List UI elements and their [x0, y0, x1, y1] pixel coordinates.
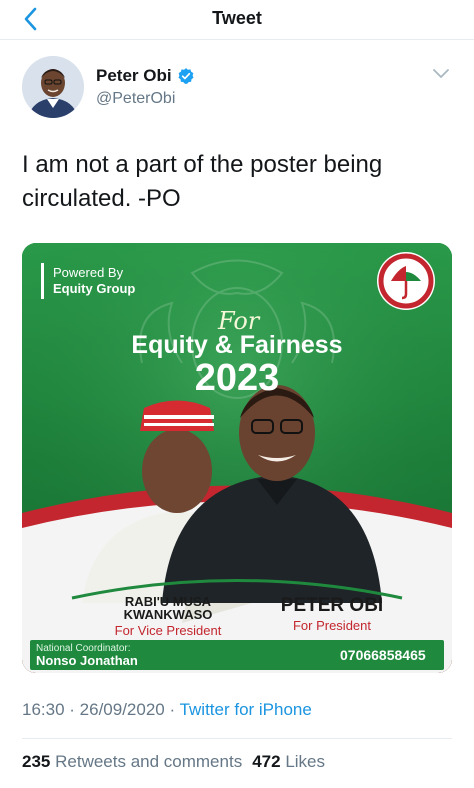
tweet-time: 16:30	[22, 700, 65, 719]
powered-by-org: Equity Group	[53, 281, 136, 296]
tweet-meta: 16:30 · 26/09/2020 · Twitter for iPhone	[22, 700, 312, 720]
avatar[interactable]	[22, 56, 84, 118]
tweet-source-link[interactable]: Twitter for iPhone	[180, 700, 312, 719]
tweet-stats: 235 Retweets and comments 472 Likes	[22, 752, 325, 772]
vice-candidate-role: For Vice President	[114, 623, 222, 638]
contact-phone: 07066858465	[340, 647, 426, 663]
tweet-author: Peter Obi @PeterObi	[22, 56, 452, 122]
retweets-count[interactable]: 235	[22, 752, 50, 771]
coordinator-name: Nonso Jonathan	[36, 653, 138, 668]
president-candidate-role: For President	[292, 618, 372, 633]
powered-by-label: Powered By	[53, 265, 124, 280]
author-handle[interactable]: @PeterObi	[96, 90, 175, 108]
avatar-image	[22, 56, 84, 118]
meta-separator-2: ·	[164, 700, 180, 719]
vice-name-line-2: KWANKWASO	[123, 607, 213, 622]
meta-separator: ·	[64, 700, 80, 719]
author-name[interactable]: Peter Obi	[96, 66, 172, 86]
likes-count[interactable]: 472	[252, 752, 280, 771]
author-name-row: Peter Obi	[96, 66, 195, 86]
divider	[22, 738, 452, 739]
retweets-label[interactable]: Retweets and comments	[55, 752, 242, 771]
tweet-date: 26/09/2020	[79, 700, 165, 719]
verified-badge-icon	[178, 68, 194, 84]
poster-year: 2023	[194, 357, 280, 399]
powered-by-text: Powered By Equity Group	[53, 265, 135, 297]
vice-candidate-name: RABI'U MUSA KWANKWASO	[108, 595, 228, 621]
poster-slogan: Equity & Fairness	[131, 331, 343, 359]
powered-by-bar	[41, 263, 44, 299]
top-nav-bar: Tweet	[0, 0, 474, 40]
page-title: Tweet	[212, 8, 262, 28]
likes-label[interactable]: Likes	[285, 752, 325, 771]
tweet-text: I am not a part of the poster being circ…	[22, 151, 383, 212]
president-candidate-name: PETER OBI	[280, 595, 384, 616]
tweet-media-image[interactable]: Powered By Equity Group For Equity & Fai…	[22, 243, 452, 673]
chevron-down-icon[interactable]	[432, 68, 450, 80]
